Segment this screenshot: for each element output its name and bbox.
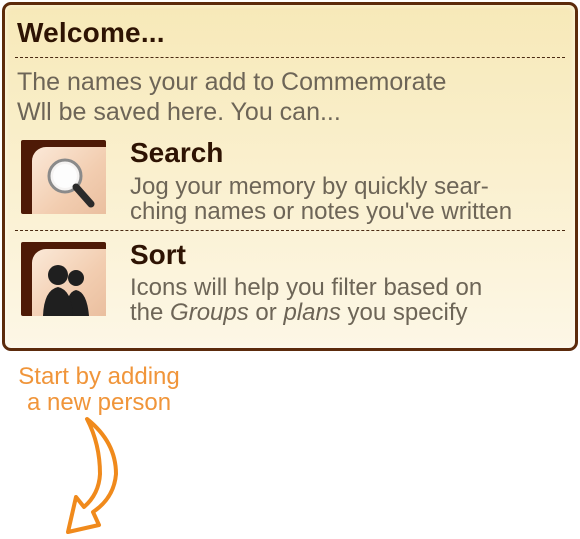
people-icon	[43, 265, 89, 316]
text-plans: plans	[283, 299, 341, 326]
text-or: or	[255, 299, 277, 326]
divider	[15, 57, 565, 58]
text-you-specify: you specify	[347, 299, 468, 326]
feature-desc-sort: Icons will help you filter based on the …	[130, 275, 575, 325]
text-groups: Groups	[170, 299, 249, 326]
text-the: the	[130, 299, 164, 326]
add-person-hint: Start by adding a new person	[4, 364, 194, 416]
sort-desc-line-2: the Groups or plans you specify	[130, 300, 575, 325]
welcome-panel: Welcome... The names your add to Commemo…	[2, 2, 578, 351]
feature-title-sort: Sort	[130, 239, 186, 270]
search-thumbnail	[21, 140, 106, 214]
intro-line-1: The names your add to Commemorate	[17, 68, 447, 96]
sort-desc-line-1: Icons will help you filter based on	[130, 274, 483, 301]
divider	[15, 230, 565, 231]
magnifier-icon	[47, 158, 95, 208]
feature-desc-search: Jog your memory by quickly sear- ching n…	[130, 174, 575, 224]
feature-title-search: Search	[130, 137, 224, 168]
search-desc-line-1: Jog your memory by quickly sear-	[130, 173, 489, 200]
curved-arrow-icon	[66, 417, 118, 534]
intro-line-2: Wll be saved here. You can...	[17, 98, 341, 126]
welcome-title: Welcome...	[17, 17, 165, 48]
welcome-intro: The names your add to Commemorate Wll be…	[17, 67, 557, 127]
hint-line-1: Start by adding	[18, 363, 180, 390]
hint-line-2: a new person	[26, 389, 172, 416]
search-desc-line-2: ching names or notes you've written	[130, 198, 513, 225]
sort-thumbnail	[21, 242, 106, 316]
